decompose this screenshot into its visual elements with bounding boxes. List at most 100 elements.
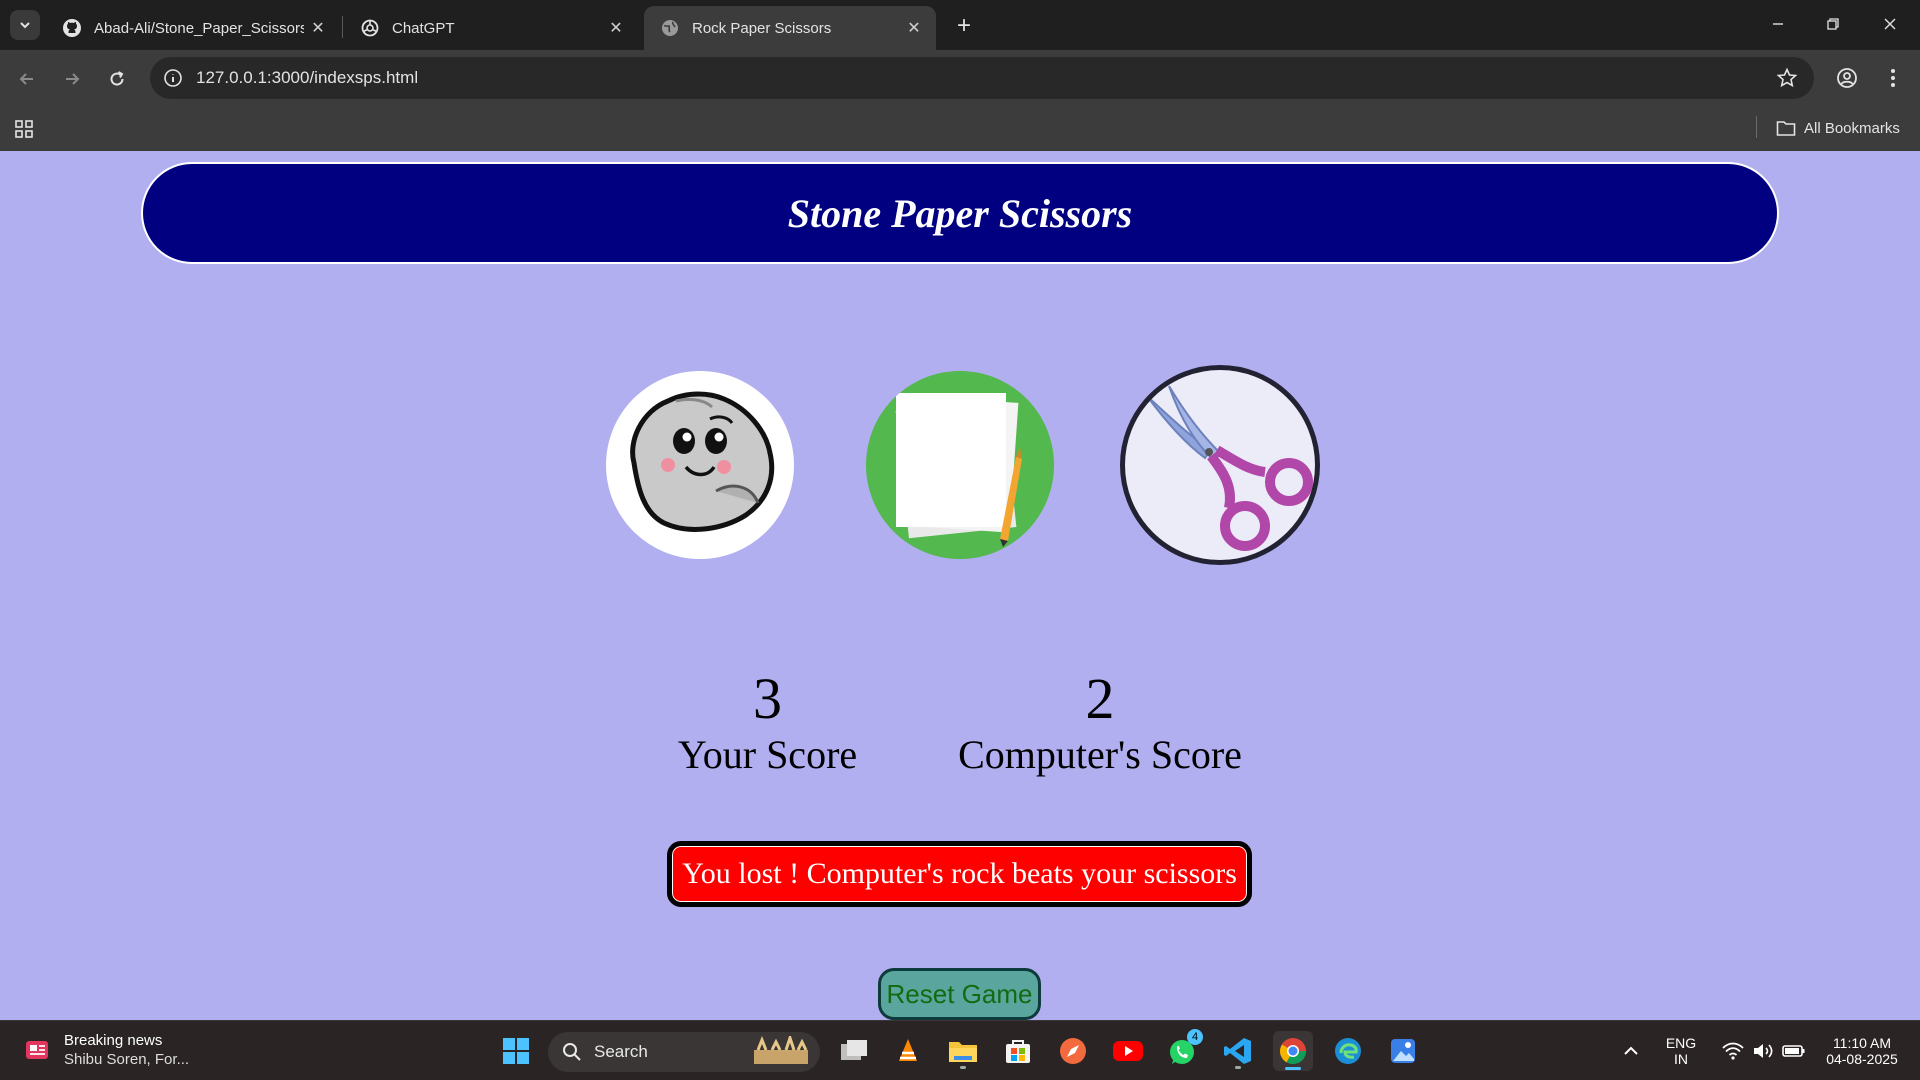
running-indicator (1235, 1066, 1241, 1069)
plus-icon: + (956, 12, 971, 39)
scissors-icon (1146, 385, 1313, 551)
windows-taskbar: Breaking news Shibu Soren, For... Search… (0, 1020, 1920, 1080)
show-hidden-icons-button[interactable] (1616, 1021, 1646, 1080)
chrome-app[interactable] (1273, 1031, 1313, 1071)
clock-time: 11:10 AM (1832, 1035, 1892, 1051)
volume-icon (1754, 1044, 1773, 1058)
rock-icon (630, 391, 775, 532)
computer-score-label: Computer's Score (958, 732, 1242, 777)
edge-app[interactable] (1328, 1031, 1368, 1071)
start-button[interactable] (496, 1031, 536, 1071)
bookmarks-bar: All Bookmarks (0, 108, 1920, 151)
folder-icon (1776, 121, 1796, 136)
forward-button[interactable] (57, 64, 87, 94)
news-widget[interactable]: Breaking news Shibu Soren, For... (22, 1031, 189, 1069)
reload-button[interactable] (102, 64, 132, 94)
reload-icon (110, 71, 124, 86)
whatsapp-app[interactable]: 4 (1163, 1029, 1203, 1071)
youtube-icon (1113, 1041, 1143, 1061)
restore-button[interactable] (1811, 8, 1855, 40)
minimize-button[interactable] (1756, 8, 1800, 40)
tab-title: ChatGPT (392, 19, 455, 37)
search-highlight-icon (754, 1036, 808, 1064)
close-icon[interactable]: ✕ (308, 18, 328, 38)
menu-button[interactable] (1880, 65, 1906, 91)
battery-icon (1782, 1045, 1805, 1057)
compass-icon (1060, 1038, 1086, 1064)
kebab-menu-icon (1891, 69, 1895, 87)
back-arrow-icon (19, 73, 33, 85)
close-icon (1884, 18, 1896, 30)
search-icon (563, 1043, 581, 1061)
region-code: IN (1674, 1051, 1688, 1067)
active-indicator (1285, 1067, 1301, 1070)
computer-score: 2 Computer's Score (940, 666, 1260, 778)
page-content: Stone Paper Scissors 3 Your Score 2 Comp… (0, 151, 1920, 1020)
system-status-group[interactable] (1714, 1021, 1814, 1080)
title-banner: Stone Paper Scissors (141, 162, 1779, 264)
minimize-icon (1773, 23, 1783, 25)
globe-icon (660, 18, 680, 38)
github-icon (62, 18, 82, 38)
browser-toolbar: 127.0.0.1:3000/indexsps.html (0, 50, 1920, 108)
tab-chatgpt[interactable]: ChatGPT ✕ (344, 6, 638, 50)
tab-search-button[interactable] (10, 10, 40, 40)
tab-rock-paper-scissors[interactable]: Rock Paper Scissors ✕ (644, 6, 936, 50)
news-title: Breaking news (64, 1032, 163, 1049)
photos-app[interactable] (1383, 1031, 1423, 1071)
reset-game-button[interactable]: Reset Game (878, 968, 1041, 1020)
apps-grid-icon[interactable] (13, 118, 35, 140)
microsoft-store-app[interactable] (998, 1031, 1038, 1071)
scissors-choice-button[interactable] (1120, 365, 1320, 565)
site-info-icon[interactable] (162, 67, 184, 89)
news-subtitle: Shibu Soren, For... (64, 1051, 190, 1068)
bookmark-star-icon[interactable] (1776, 67, 1798, 89)
rock-choice-button[interactable] (606, 371, 794, 559)
bookmarks-divider (1756, 116, 1757, 138)
new-tab-button[interactable]: + (950, 12, 978, 40)
all-bookmarks-button[interactable]: All Bookmarks (1776, 116, 1900, 140)
language-code: ENG (1665, 1035, 1697, 1051)
user-score: 3 Your Score (640, 666, 895, 778)
paper-icon (895, 393, 1022, 547)
chrome-icon (1279, 1038, 1307, 1065)
photos-icon (1391, 1039, 1415, 1063)
address-bar[interactable]: 127.0.0.1:3000/indexsps.html (150, 57, 1814, 99)
clock-date: 04-08-2025 (1826, 1051, 1898, 1067)
file-explorer-app[interactable] (943, 1031, 983, 1071)
close-window-button[interactable] (1868, 8, 1912, 40)
close-icon[interactable]: ✕ (904, 18, 924, 38)
taskbar-search[interactable]: Search (548, 1032, 820, 1072)
search-label: Search (594, 1042, 648, 1061)
profile-button[interactable] (1834, 65, 1860, 91)
back-button[interactable] (12, 64, 42, 94)
tab-github[interactable]: Abad-Ali/Stone_Paper_Scissors: ✕ (46, 6, 340, 50)
restore-icon (1827, 18, 1839, 30)
tab-title: Abad-Ali/Stone_Paper_Scissors: (94, 19, 304, 37)
language-indicator[interactable]: ENG IN (1656, 1021, 1706, 1080)
folder-icon (949, 1042, 977, 1062)
user-score-value: 3 (753, 666, 782, 731)
chevron-up-icon (1624, 1046, 1638, 1055)
running-indicator (960, 1066, 966, 1069)
notification-badge: 4 (1187, 1029, 1203, 1045)
close-icon[interactable]: ✕ (606, 18, 626, 38)
paper-choice-button[interactable] (866, 371, 1054, 559)
tab-strip: Abad-Ali/Stone_Paper_Scissors: ✕ ChatGPT… (0, 0, 1920, 50)
vscode-app[interactable] (1218, 1031, 1258, 1071)
youtube-app[interactable] (1108, 1031, 1148, 1071)
url-text: 127.0.0.1:3000/indexsps.html (196, 68, 419, 87)
wifi-icon (1722, 1042, 1744, 1060)
task-view-icon (841, 1040, 867, 1060)
forward-arrow-icon (66, 73, 80, 85)
profile-icon (1837, 68, 1857, 88)
browser-chrome: Abad-Ali/Stone_Paper_Scissors: ✕ ChatGPT… (0, 0, 1920, 151)
task-view-button[interactable] (834, 1031, 874, 1071)
news-icon (26, 1041, 48, 1059)
browser-app-orange[interactable] (1053, 1031, 1093, 1071)
clock[interactable]: 11:10 AM 04-08-2025 (1814, 1021, 1910, 1080)
vscode-icon (1224, 1038, 1251, 1064)
page-title: Stone Paper Scissors (787, 190, 1133, 236)
vlc-app[interactable] (888, 1031, 928, 1071)
tab-title: Rock Paper Scissors (692, 19, 832, 37)
